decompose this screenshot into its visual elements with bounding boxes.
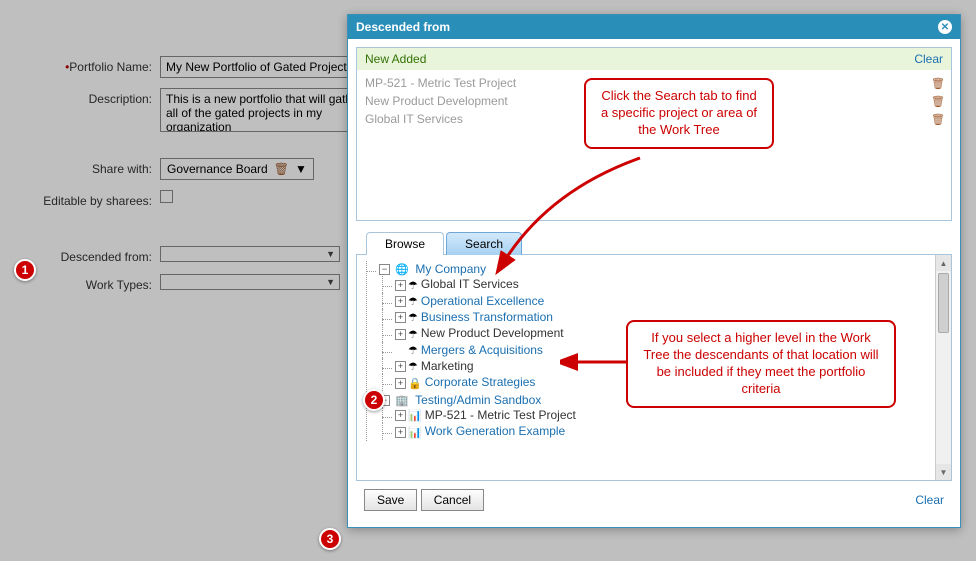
strategy-icon: 🔒 — [408, 377, 422, 390]
tree-node[interactable]: Mergers & Acquisitions — [421, 343, 543, 357]
tree-node[interactable]: Operational Excellence — [421, 294, 544, 308]
tree-node[interactable]: MP-521 - Metric Test Project — [425, 408, 576, 422]
tree-expand-icon[interactable]: + — [395, 280, 406, 291]
tree-expand-icon[interactable]: + — [395, 312, 406, 323]
save-button[interactable]: Save — [364, 489, 417, 511]
tree-expand-icon[interactable]: + — [395, 361, 406, 372]
umbrella-icon: ☂ — [408, 328, 418, 341]
trash-icon[interactable] — [931, 112, 943, 126]
callout-search-tab: Click the Search tab to find a specific … — [584, 78, 774, 149]
umbrella-icon: ☂ — [408, 279, 418, 292]
tree-node[interactable]: New Product Development — [421, 326, 564, 340]
cancel-button[interactable]: Cancel — [421, 489, 484, 511]
arrow-icon — [490, 150, 670, 290]
added-item-label: Global IT Services — [365, 112, 463, 126]
added-item-label: MP-521 - Metric Test Project — [365, 76, 516, 90]
globe-icon: 🌐 — [395, 263, 409, 276]
new-added-header: New Added — [365, 52, 426, 66]
added-item-label: New Product Development — [365, 94, 508, 108]
tab-browse[interactable]: Browse — [366, 232, 444, 255]
umbrella-icon: ☂ — [408, 360, 418, 373]
scrollbar[interactable]: ▲ ▼ — [935, 255, 951, 480]
tree-expand-icon[interactable]: + — [395, 296, 406, 307]
building-icon: 🏢 — [395, 394, 409, 407]
tree-expand-icon[interactable]: + — [395, 427, 406, 438]
footer-clear-link[interactable]: Clear — [915, 493, 944, 507]
tree-expand-icon[interactable]: + — [395, 329, 406, 340]
tree-expand-icon[interactable]: + — [395, 378, 406, 389]
project-icon: 📊 — [408, 426, 422, 439]
callout-higher-level: If you select a higher level in the Work… — [626, 320, 896, 408]
dialog-titlebar: Descended from ✕ — [348, 15, 960, 39]
project-icon: 📊 — [408, 409, 422, 422]
scroll-up-icon[interactable]: ▲ — [936, 255, 951, 271]
close-icon[interactable]: ✕ — [938, 20, 952, 34]
clear-added-link[interactable]: Clear — [914, 52, 943, 66]
trash-icon[interactable] — [931, 76, 943, 90]
tree-expand-icon[interactable]: + — [395, 410, 406, 421]
tree-node[interactable]: Work Generation Example — [425, 424, 566, 438]
tree-collapse-icon[interactable]: − — [379, 264, 390, 275]
trash-icon[interactable] — [931, 94, 943, 108]
scroll-thumb[interactable] — [938, 273, 949, 333]
tree-node[interactable]: Corporate Strategies — [425, 375, 536, 389]
dialog-title: Descended from — [356, 20, 450, 34]
step-marker-2: 2 — [363, 389, 385, 411]
scroll-down-icon[interactable]: ▼ — [936, 464, 951, 480]
tree-node[interactable]: My Company — [415, 262, 486, 276]
umbrella-icon: ☂ — [408, 295, 418, 308]
umbrella-icon: ☂ — [408, 344, 418, 357]
step-marker-3: 3 — [319, 528, 341, 550]
tree-node[interactable]: Marketing — [421, 359, 474, 373]
tree-node[interactable]: Business Transformation — [421, 310, 553, 324]
tree-node[interactable]: Testing/Admin Sandbox — [415, 393, 541, 407]
umbrella-icon: ☂ — [408, 311, 418, 324]
step-marker-1: 1 — [14, 259, 36, 281]
